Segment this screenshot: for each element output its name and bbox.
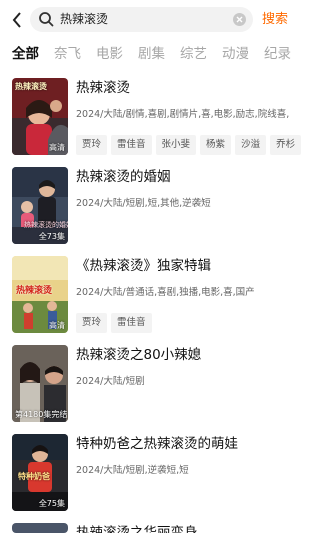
cast-chip[interactable]: 杨紫 [200,135,232,155]
cast-chip[interactable]: 贾玲 [76,313,108,333]
chevron-left-icon [12,12,21,28]
result-meta: 2024/大陆/普通话,喜剧,独播,电影,喜,国产 [76,287,255,298]
result-item[interactable]: 热辣滚烫 高清 《热辣滚烫》独家特辑 2024/大陆/普通话,喜剧,独播,电影,… [12,256,300,336]
result-item[interactable]: 特种奶爸 全75集 特种奶爸之热辣滚烫的萌娃 2024/大陆/短剧,逆袭短,短 [12,434,300,514]
cast-chip[interactable]: 雷佳音 [111,135,152,155]
episode-badge: 第4180集完结 [15,410,68,419]
cast-chip[interactable]: 张小斐 [155,135,197,155]
tab-anime[interactable]: 动漫 [222,44,249,64]
result-title[interactable]: 《热辣滚烫》独家特辑 [76,257,211,275]
tab-documentary[interactable]: 纪录 [264,44,291,64]
tab-movie[interactable]: 电影 [96,44,123,64]
episode-badge: 全75集 [38,499,65,508]
result-meta: 2024/大陆/剧情,喜剧,剧情片,喜,电影,励志,院线喜, [76,109,290,120]
search-button[interactable]: 搜索 [262,11,288,29]
search-box[interactable]: 热辣滚烫 [30,7,253,32]
cast-list: 贾玲 雷佳音 张小斐 杨紫 沙溢 乔杉 [76,132,305,155]
result-item-partial[interactable]: 热辣滚烫之华丽变身 [12,523,300,533]
search-input[interactable]: 热辣滚烫 [60,11,108,28]
cast-chip[interactable]: 沙溢 [235,135,267,155]
top-bar: 热辣滚烫 搜索 [0,0,300,40]
cast-list: 贾玲 雷佳音 [76,310,156,333]
poster-image[interactable]: 热辣滚烫 高清 [12,256,68,333]
cast-chip[interactable]: 贾玲 [76,135,108,155]
poster-title: 特种奶爸 [18,472,50,481]
clear-search-button[interactable] [233,13,246,26]
cast-chip[interactable]: 乔杉 [270,135,302,155]
poster-title: 热辣滚烫 [16,286,53,296]
result-title[interactable]: 特种奶爸之热辣滚烫的萌娃 [76,435,238,453]
result-meta: 2024/大陆/短剧,逆袭短,短 [76,465,189,476]
close-icon [236,16,243,23]
back-button[interactable] [8,10,26,30]
category-tabs: 全部 奈飞 电影 剧集 综艺 动漫 纪录 [0,44,300,68]
quality-badge: 高清 [49,321,65,330]
episode-badge: 全73集 [38,232,65,241]
search-icon [39,12,54,27]
poster-image[interactable]: 热辣滚烫的婚姻 全73集 [12,167,68,244]
result-item[interactable]: 热辣滚烫 高清 热辣滚烫 2024/大陆/剧情,喜剧,剧情片,喜,电影,励志,院… [12,78,302,158]
result-title[interactable]: 热辣滚烫的婚姻 [76,168,171,186]
poster-image[interactable]: 第4180集完结 [12,345,68,422]
result-meta: 2024/大陆/短剧,短,其他,逆袭短 [76,198,211,209]
result-item[interactable]: 第4180集完结 热辣滚烫之80小辣媳 2024/大陆/短剧 [12,345,300,425]
result-title[interactable]: 热辣滚烫之华丽变身 [76,524,198,533]
tab-netflix[interactable]: 奈飞 [54,44,81,64]
cast-chip[interactable]: 雷佳音 [111,313,152,333]
tab-series[interactable]: 剧集 [138,44,165,64]
tab-variety[interactable]: 综艺 [180,44,207,64]
tab-all[interactable]: 全部 [12,44,39,64]
poster-image[interactable]: 热辣滚烫 高清 [12,78,68,155]
result-item[interactable]: 热辣滚烫的婚姻 全73集 热辣滚烫的婚姻 2024/大陆/短剧,短,其他,逆袭短 [12,167,300,247]
poster-title: 热辣滚烫 [15,82,47,91]
result-title[interactable]: 热辣滚烫之80小辣媳 [76,346,201,364]
poster-image[interactable]: 特种奶爸 全75集 [12,434,68,511]
result-title[interactable]: 热辣滚烫 [76,79,130,97]
poster-title: 热辣滚烫的婚姻 [24,221,68,229]
result-meta: 2024/大陆/短剧 [76,376,145,387]
quality-badge: 高清 [49,143,65,152]
poster-image[interactable] [12,523,68,533]
